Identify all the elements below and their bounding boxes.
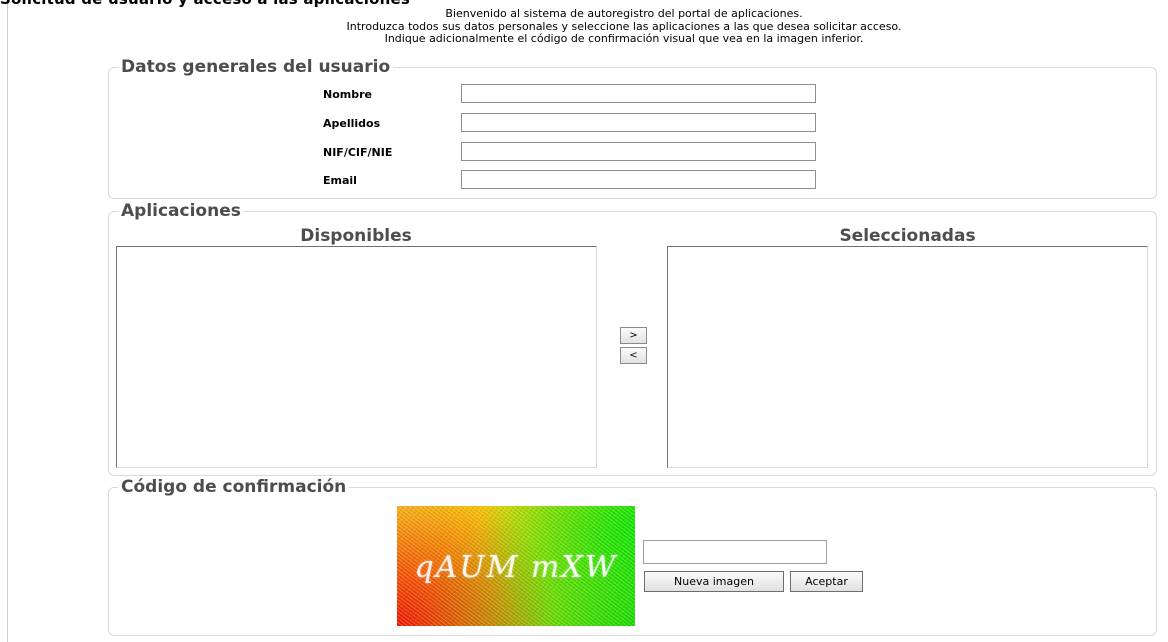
selected-title: Seleccionadas	[839, 226, 976, 246]
intro-line-1: Bienvenido al sistema de autoregistro de…	[445, 7, 803, 20]
nombre-label: Nombre	[323, 88, 372, 101]
page-left-border	[7, 0, 8, 642]
confirmation-code-input[interactable]	[643, 540, 827, 564]
available-listbox[interactable]	[116, 246, 597, 468]
nombre-input[interactable]	[461, 84, 816, 103]
email-label: Email	[323, 174, 357, 187]
applications-legend: Aplicaciones	[121, 201, 241, 221]
selected-listbox[interactable]	[667, 246, 1148, 468]
remove-application-button[interactable]: <	[620, 347, 647, 364]
apellidos-input[interactable]	[461, 113, 816, 132]
available-title: Disponibles	[300, 226, 412, 246]
apellidos-label: Apellidos	[323, 117, 381, 130]
nif-input[interactable]	[461, 142, 816, 161]
page-title: Solicitud de usuario y acceso a las apli…	[0, 0, 410, 8]
intro-text: Bienvenido al sistema de autoregistro de…	[0, 7, 1168, 46]
accept-button[interactable]: Aceptar	[790, 571, 863, 592]
captcha-image: qAUM mXW	[397, 506, 635, 626]
confirmation-legend: Código de confirmación	[121, 477, 347, 497]
add-application-button[interactable]: >	[620, 327, 647, 344]
intro-line-3: Indique adicionalmente el código de conf…	[384, 32, 864, 45]
email-input[interactable]	[461, 170, 816, 189]
nif-label: NIF/CIF/NIE	[323, 146, 393, 159]
captcha-text: qAUM mXW	[414, 550, 618, 585]
user-data-legend: Datos generales del usuario	[121, 57, 391, 77]
new-image-button[interactable]: Nueva imagen	[644, 571, 784, 592]
